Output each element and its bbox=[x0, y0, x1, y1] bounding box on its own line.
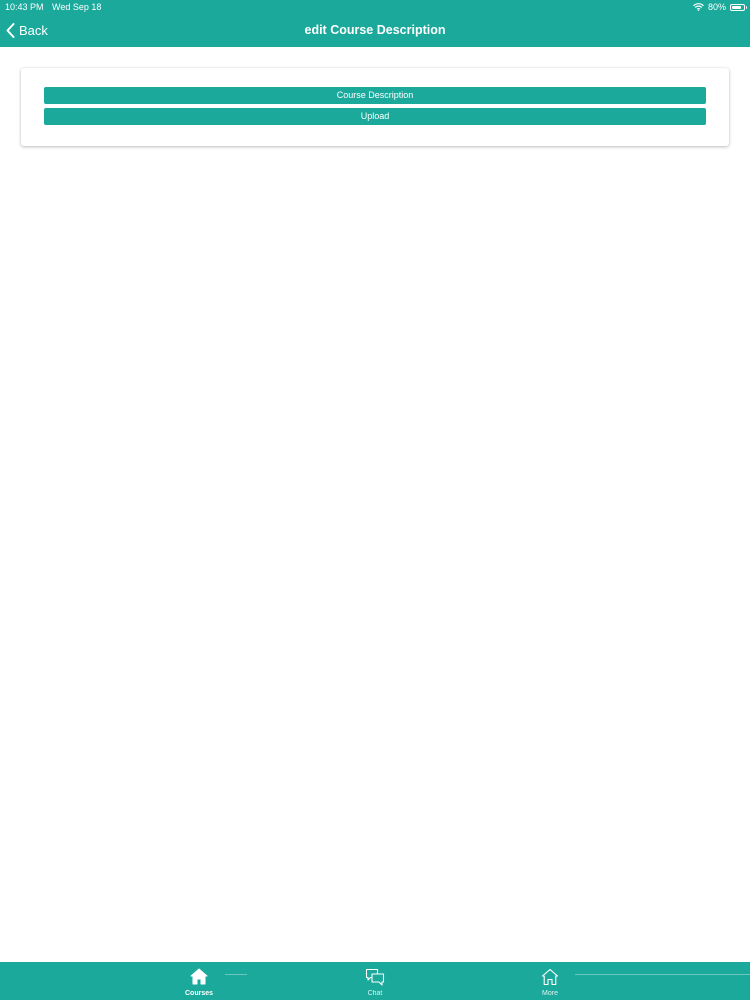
tab-chat-label: Chat bbox=[367, 990, 383, 997]
tab-bar: Courses Chat More bbox=[0, 962, 750, 1000]
home-outline-icon bbox=[541, 968, 559, 986]
status-bar: 10:43 PM Wed Sep 18 80% bbox=[0, 0, 750, 14]
tab-chat[interactable]: Chat bbox=[315, 962, 435, 1000]
top-bar: 10:43 PM Wed Sep 18 80% Back edit Course… bbox=[0, 0, 750, 47]
status-time: 10:43 PM bbox=[5, 2, 44, 12]
battery-icon bbox=[730, 3, 747, 11]
wifi-icon bbox=[693, 3, 704, 11]
course-options-card: Course Description Upload bbox=[21, 68, 729, 146]
chat-icon bbox=[365, 968, 385, 987]
course-description-button[interactable]: Course Description bbox=[44, 87, 706, 104]
home-icon bbox=[190, 968, 208, 985]
battery-percentage: 80% bbox=[707, 2, 726, 12]
status-indicators: 80% bbox=[693, 0, 747, 14]
tab-more[interactable]: More bbox=[490, 962, 610, 1000]
upload-button[interactable]: Upload bbox=[44, 108, 706, 125]
navigation-bar: Back edit Course Description bbox=[0, 14, 750, 47]
tab-more-label: More bbox=[542, 990, 558, 997]
battery-level bbox=[732, 5, 741, 9]
tab-courses-label: Courses bbox=[184, 990, 213, 997]
tab-courses[interactable]: Courses bbox=[139, 962, 259, 1000]
status-date: Wed Sep 18 bbox=[52, 2, 102, 12]
page-title: edit Course Description bbox=[304, 23, 446, 37]
